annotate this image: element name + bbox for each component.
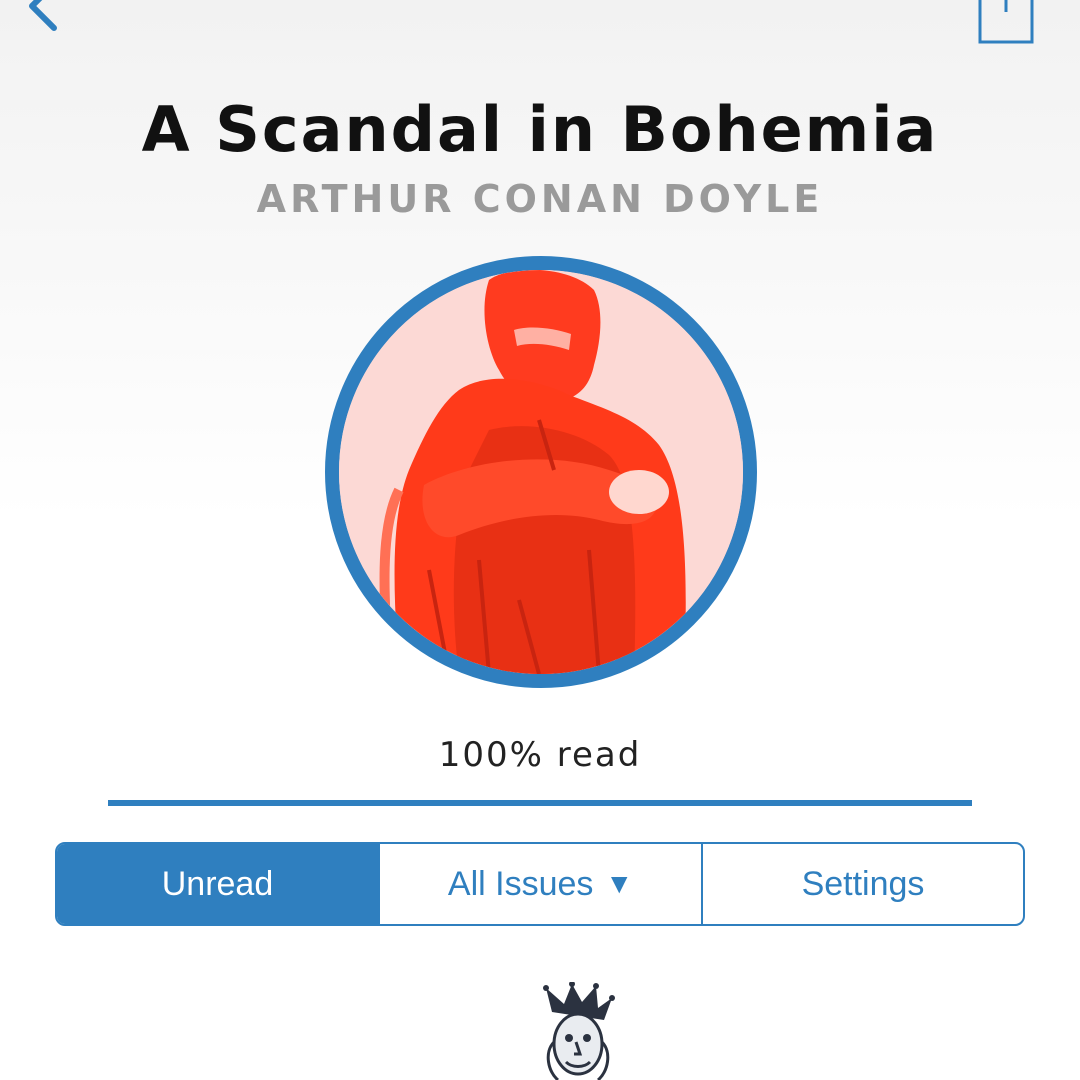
book-title: A Scandal in Bohemia	[141, 93, 939, 166]
cover-image	[325, 256, 757, 688]
filter-segmented-control: Unread All Issues ▼ Settings	[55, 842, 1025, 926]
cover-illustration	[339, 270, 743, 674]
back-chevron-icon[interactable]	[14, 0, 74, 38]
dropdown-caret-icon: ▼	[605, 868, 634, 899]
segment-settings[interactable]: Settings	[703, 844, 1023, 924]
progress-label: 100% read	[438, 735, 642, 775]
jester-logo-icon	[543, 982, 615, 1080]
share-icon[interactable]	[978, 0, 1034, 44]
segment-all-issues[interactable]: All Issues ▼	[378, 844, 703, 924]
segment-all-issues-label: All Issues	[447, 864, 594, 903]
progress-bar-fill	[108, 800, 972, 806]
segment-unread-label: Unread	[161, 864, 274, 903]
segment-settings-label: Settings	[801, 864, 925, 903]
book-author: ARTHUR CONAN DOYLE	[256, 177, 824, 221]
segment-unread[interactable]: Unread	[57, 844, 378, 924]
progress-bar	[108, 800, 972, 806]
